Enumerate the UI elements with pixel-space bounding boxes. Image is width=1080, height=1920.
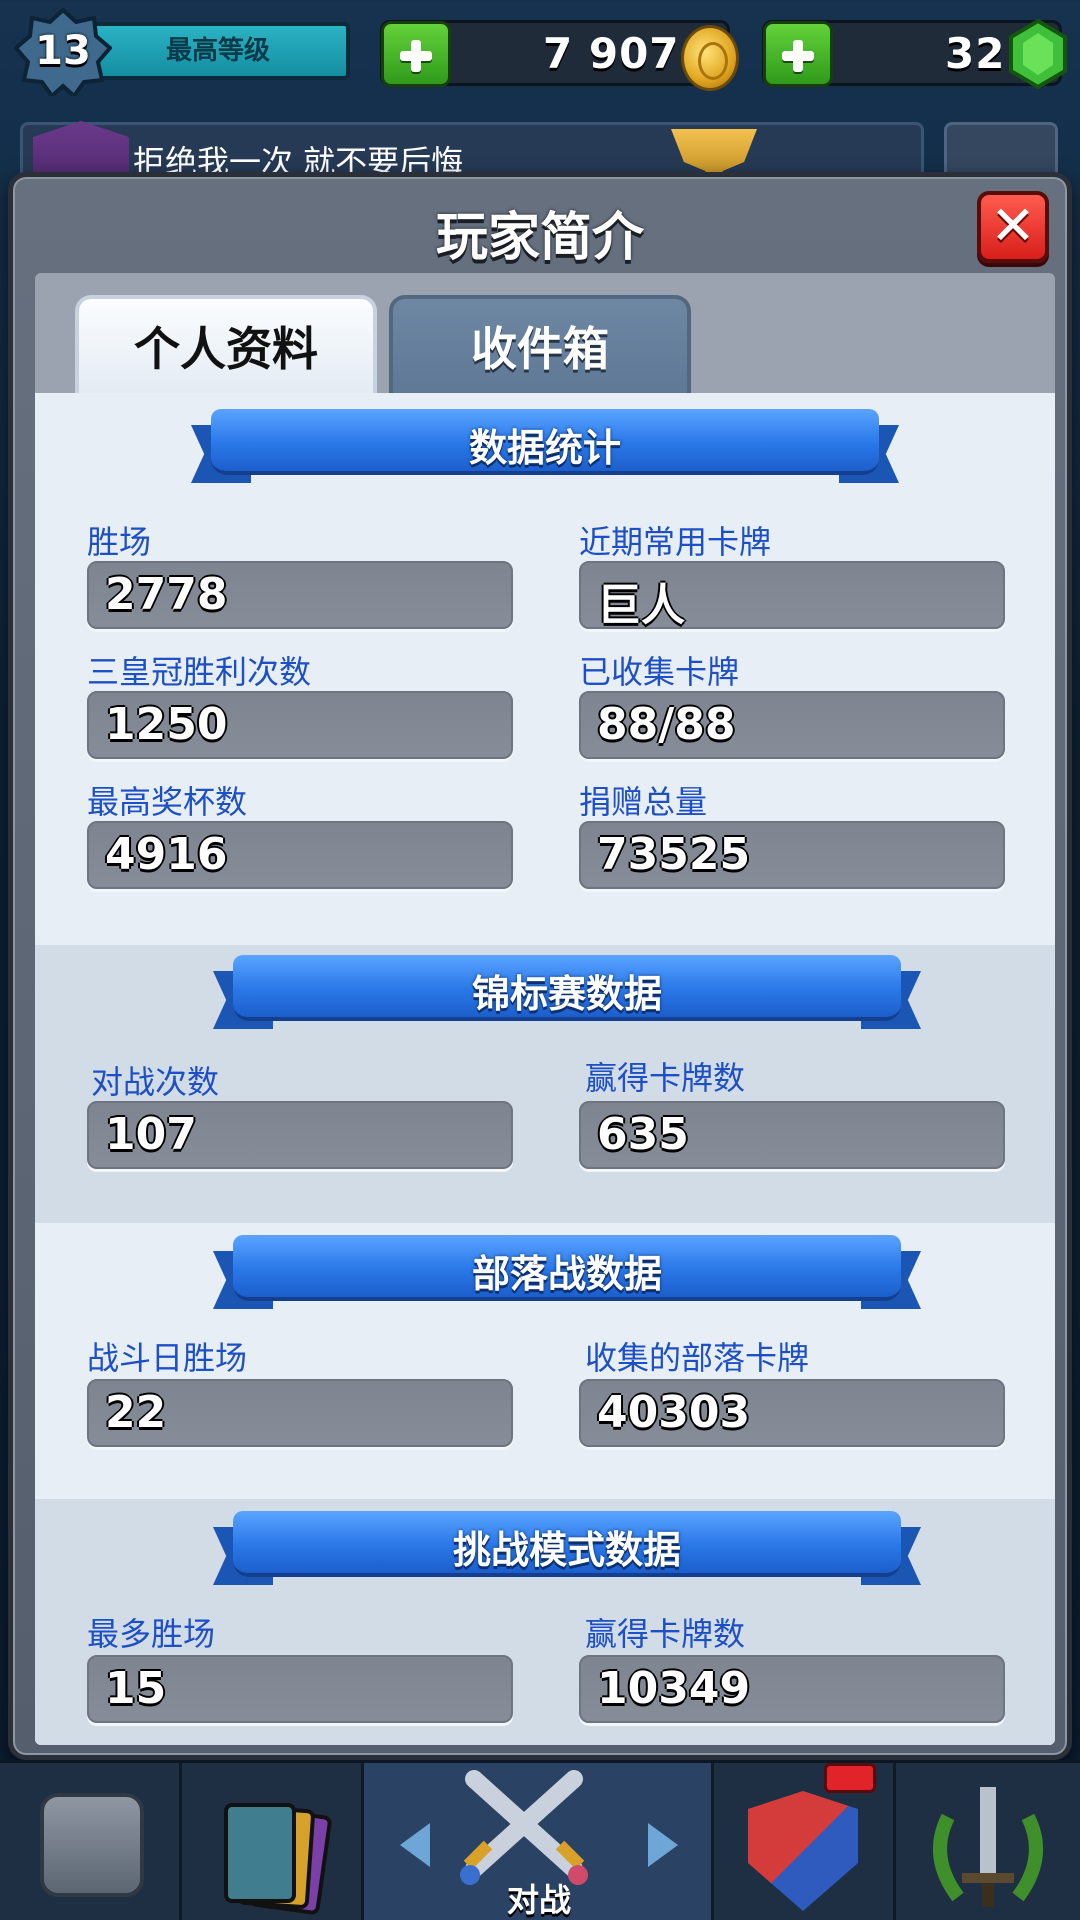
level-bar[interactable]: 最高等级 (86, 22, 350, 80)
section-stats: 数据统计 胜场 2778 近期常用卡牌 巨人 三皇冠胜利次数 1250 已收集卡… (35, 393, 1055, 945)
stat-value: 2778 (105, 569, 228, 620)
section-title: 挑战模式数据 (452, 1528, 681, 1572)
gem-counter: 32 (762, 19, 1067, 89)
stat-value: 巨人 (597, 580, 685, 631)
stat-label: 胜场 (87, 523, 152, 561)
stat-label: 最高奖杯数 (87, 783, 248, 821)
stat-value: 107 (105, 1109, 197, 1160)
nav-cards[interactable] (182, 1763, 364, 1920)
section-ribbon: 挑战模式数据 (213, 1511, 921, 1587)
stat-label: 已收集卡牌 (579, 653, 740, 691)
stat-value-box: 107 (87, 1101, 513, 1169)
add-gold-button[interactable] (381, 21, 451, 87)
laurel-sword-icon (933, 1787, 1043, 1907)
stat-value: 10349 (597, 1663, 751, 1714)
stat-value-box: 73525 (579, 821, 1005, 889)
gem-icon (1009, 19, 1067, 89)
stat-value: 15 (105, 1663, 167, 1714)
stat-value-box: 635 (579, 1101, 1005, 1169)
section-ribbon: 锦标赛数据 (213, 955, 921, 1031)
close-button[interactable]: ✕ (977, 191, 1049, 263)
stat-value: 635 (597, 1109, 689, 1160)
stat-value: 22 (105, 1387, 167, 1438)
stat-label: 三皇冠胜利次数 (87, 653, 312, 691)
nav-tournaments[interactable] (896, 1763, 1080, 1920)
stat-value: 73525 (597, 829, 751, 880)
level-badge[interactable]: 13 (14, 8, 112, 96)
chest-icon (40, 1793, 144, 1897)
nav-battle[interactable]: 对战 (364, 1763, 714, 1920)
player-profile-dialog: 玩家简介 ✕ 收件箱 个人资料 数据统计 胜场 2778 近期常用卡牌 巨人 三… (8, 172, 1072, 1760)
arrow-left-icon[interactable] (400, 1823, 430, 1867)
stat-value: 40303 (597, 1387, 751, 1438)
stat-value-box: 22 (87, 1379, 513, 1447)
cards-icon (214, 1799, 333, 1916)
section-tournament: 锦标赛数据 对战次数 107 赢得卡牌数 635 (35, 945, 1055, 1223)
stat-label: 收集的部落卡牌 (585, 1339, 810, 1377)
stat-label: 战斗日胜场 (87, 1339, 248, 1377)
stat-value-box: 4916 (87, 821, 513, 889)
section-ribbon: 部落战数据 (213, 1235, 921, 1311)
stat-label: 对战次数 (91, 1063, 220, 1101)
stat-label: 赢得卡牌数 (585, 1059, 746, 1097)
top-hud: 最高等级 13 7 907 32 (0, 0, 1080, 110)
gold-amount: 7 907 (543, 29, 680, 78)
crossed-swords-icon (460, 1770, 588, 1885)
close-icon: ✕ (990, 194, 1036, 257)
section-title: 部落战数据 (471, 1252, 662, 1296)
nav-shop[interactable] (0, 1763, 182, 1920)
section-clan-war: 部落战数据 战斗日胜场 22 收集的部落卡牌 40303 (35, 1223, 1055, 1499)
gold-coin-icon (681, 25, 739, 91)
dialog-content: 收件箱 个人资料 数据统计 胜场 2778 近期常用卡牌 巨人 三皇冠胜利次数 (35, 273, 1055, 1745)
stats-area: 数据统计 胜场 2778 近期常用卡牌 巨人 三皇冠胜利次数 1250 已收集卡… (35, 393, 1055, 1745)
stat-value: 1250 (105, 699, 228, 750)
stat-label: 最多胜场 (87, 1615, 216, 1653)
notification-badge (824, 1763, 876, 1793)
section-title: 锦标赛数据 (471, 972, 662, 1016)
stat-value-box: 15 (87, 1655, 513, 1723)
stat-value-box: 40303 (579, 1379, 1005, 1447)
stat-value-box: 1250 (87, 691, 513, 759)
section-challenge: 挑战模式数据 最多胜场 15 赢得卡牌数 10349 (35, 1499, 1055, 1745)
stat-label: 近期常用卡牌 (579, 523, 772, 561)
dialog-title: 玩家简介 (435, 208, 644, 268)
gem-amount: 32 (945, 29, 1006, 78)
section-title: 数据统计 (468, 426, 621, 470)
stat-value: 4916 (105, 829, 228, 880)
bottom-nav: 对战 (0, 1760, 1080, 1920)
clan-shield-icon (748, 1791, 858, 1911)
nav-clan[interactable] (714, 1763, 896, 1920)
nav-battle-label: 对战 (506, 1881, 571, 1919)
stat-value: 88/88 (597, 699, 736, 750)
stat-value-box: 10349 (579, 1655, 1005, 1723)
section-ribbon: 数据统计 (191, 409, 899, 485)
level-label: 最高等级 (165, 36, 270, 66)
arrow-right-icon[interactable] (648, 1823, 678, 1867)
tab-profile[interactable]: 个人资料 (75, 295, 377, 395)
stat-value-box: 巨人 (579, 561, 1005, 631)
gold-counter: 7 907 (380, 20, 739, 91)
stat-value-box: 88/88 (579, 691, 1005, 759)
stat-value-box: 2778 (87, 561, 513, 629)
add-gems-button[interactable] (763, 21, 833, 87)
stat-label: 赢得卡牌数 (585, 1615, 746, 1653)
tab-inbox[interactable]: 收件箱 (389, 295, 691, 395)
level-number: 13 (35, 28, 91, 74)
stat-label: 捐赠总量 (579, 783, 708, 821)
